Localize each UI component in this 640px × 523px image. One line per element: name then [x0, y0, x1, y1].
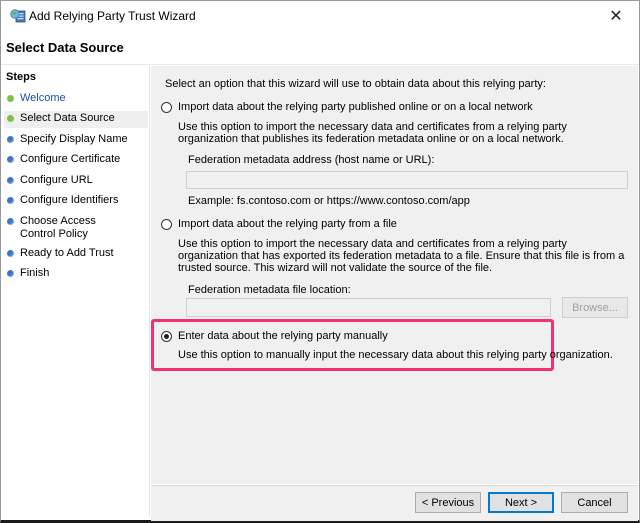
step-label: Ready to Add Trust [20, 247, 114, 259]
step-pending-icon [7, 270, 14, 277]
highlight-box [151, 319, 554, 371]
step-configure-url: Configure URL [4, 173, 148, 190]
example-text: Example: fs.contoso.com or https://www.c… [188, 195, 470, 207]
close-icon: ✕ [609, 8, 623, 25]
wizard-window: Add Relying Party Trust Wizard ✕ Select … [0, 0, 640, 523]
steps-title: Steps [6, 71, 36, 83]
step-pending-icon [7, 177, 14, 184]
option-enter-manually[interactable]: Enter data about the relying party manua… [161, 330, 388, 342]
option-description: Use this option to import the necessary … [178, 121, 567, 145]
server-globe-icon [10, 8, 26, 24]
page-title: Select Data Source [6, 40, 124, 55]
metadata-address-input[interactable] [186, 171, 628, 189]
option-label: Import data about the relying party publ… [178, 101, 533, 113]
step-configure-certificate: Configure Certificate [4, 152, 148, 169]
step-complete-icon [7, 115, 14, 122]
step-choose-access-control-policy: Choose Access Control Policy [4, 214, 148, 244]
file-location-label: Federation metadata file location: [188, 284, 351, 296]
step-pending-icon [7, 250, 14, 257]
step-pending-icon [7, 136, 14, 143]
step-label: Configure Certificate [20, 153, 121, 165]
option-import-online[interactable]: Import data about the relying party publ… [161, 101, 533, 113]
step-ready-to-add-trust: Ready to Add Trust [4, 246, 148, 263]
radio-import-file[interactable] [161, 218, 172, 230]
step-pending-icon [7, 156, 14, 163]
step-label: Select Data Source [20, 112, 115, 124]
close-button[interactable]: ✕ [593, 1, 639, 31]
next-button[interactable]: Next > [488, 492, 554, 513]
title-bar: Add Relying Party Trust Wizard ✕ [1, 1, 639, 31]
step-select-data-source: Select Data Source [4, 111, 148, 128]
option-label: Enter data about the relying party manua… [178, 330, 388, 342]
step-complete-icon [7, 95, 14, 102]
option-label: Import data about the relying party from… [178, 218, 397, 230]
step-label: Welcome [20, 92, 66, 104]
wizard-footer: < Previous Next > Cancel [151, 485, 638, 521]
intro-text: Select an option that this wizard will u… [165, 78, 546, 90]
step-finish: Finish [4, 266, 148, 283]
wizard-header: Select Data Source [1, 31, 639, 65]
content-pane: Select an option that this wizard will u… [151, 66, 638, 484]
step-label: Finish [20, 267, 50, 279]
step-welcome[interactable]: Welcome [4, 91, 148, 108]
step-label: Specify Display Name [20, 133, 128, 145]
browse-button[interactable]: Browse... [562, 297, 628, 318]
step-label: Configure Identifiers [20, 194, 119, 206]
step-pending-icon [7, 197, 14, 204]
cancel-button[interactable]: Cancel [561, 492, 628, 513]
step-label: Configure URL [20, 174, 93, 186]
option-description: Use this option to import the necessary … [178, 238, 625, 274]
steps-pane: Steps Welcome Select Data Source Specify… [4, 66, 150, 516]
step-pending-icon [7, 218, 14, 225]
step-label: Choose Access Control Policy [20, 215, 96, 240]
metadata-address-label: Federation metadata address (host name o… [188, 154, 435, 166]
step-configure-identifiers: Configure Identifiers [4, 193, 148, 210]
window-title: Add Relying Party Trust Wizard [29, 9, 196, 23]
option-description: Use this option to manually input the ne… [178, 349, 613, 361]
previous-button[interactable]: < Previous [415, 492, 481, 513]
file-location-input[interactable] [186, 298, 551, 317]
step-specify-display-name: Specify Display Name [4, 132, 148, 149]
radio-enter-manually[interactable] [161, 330, 172, 342]
radio-import-online[interactable] [161, 101, 172, 113]
option-import-file[interactable]: Import data about the relying party from… [161, 218, 397, 230]
